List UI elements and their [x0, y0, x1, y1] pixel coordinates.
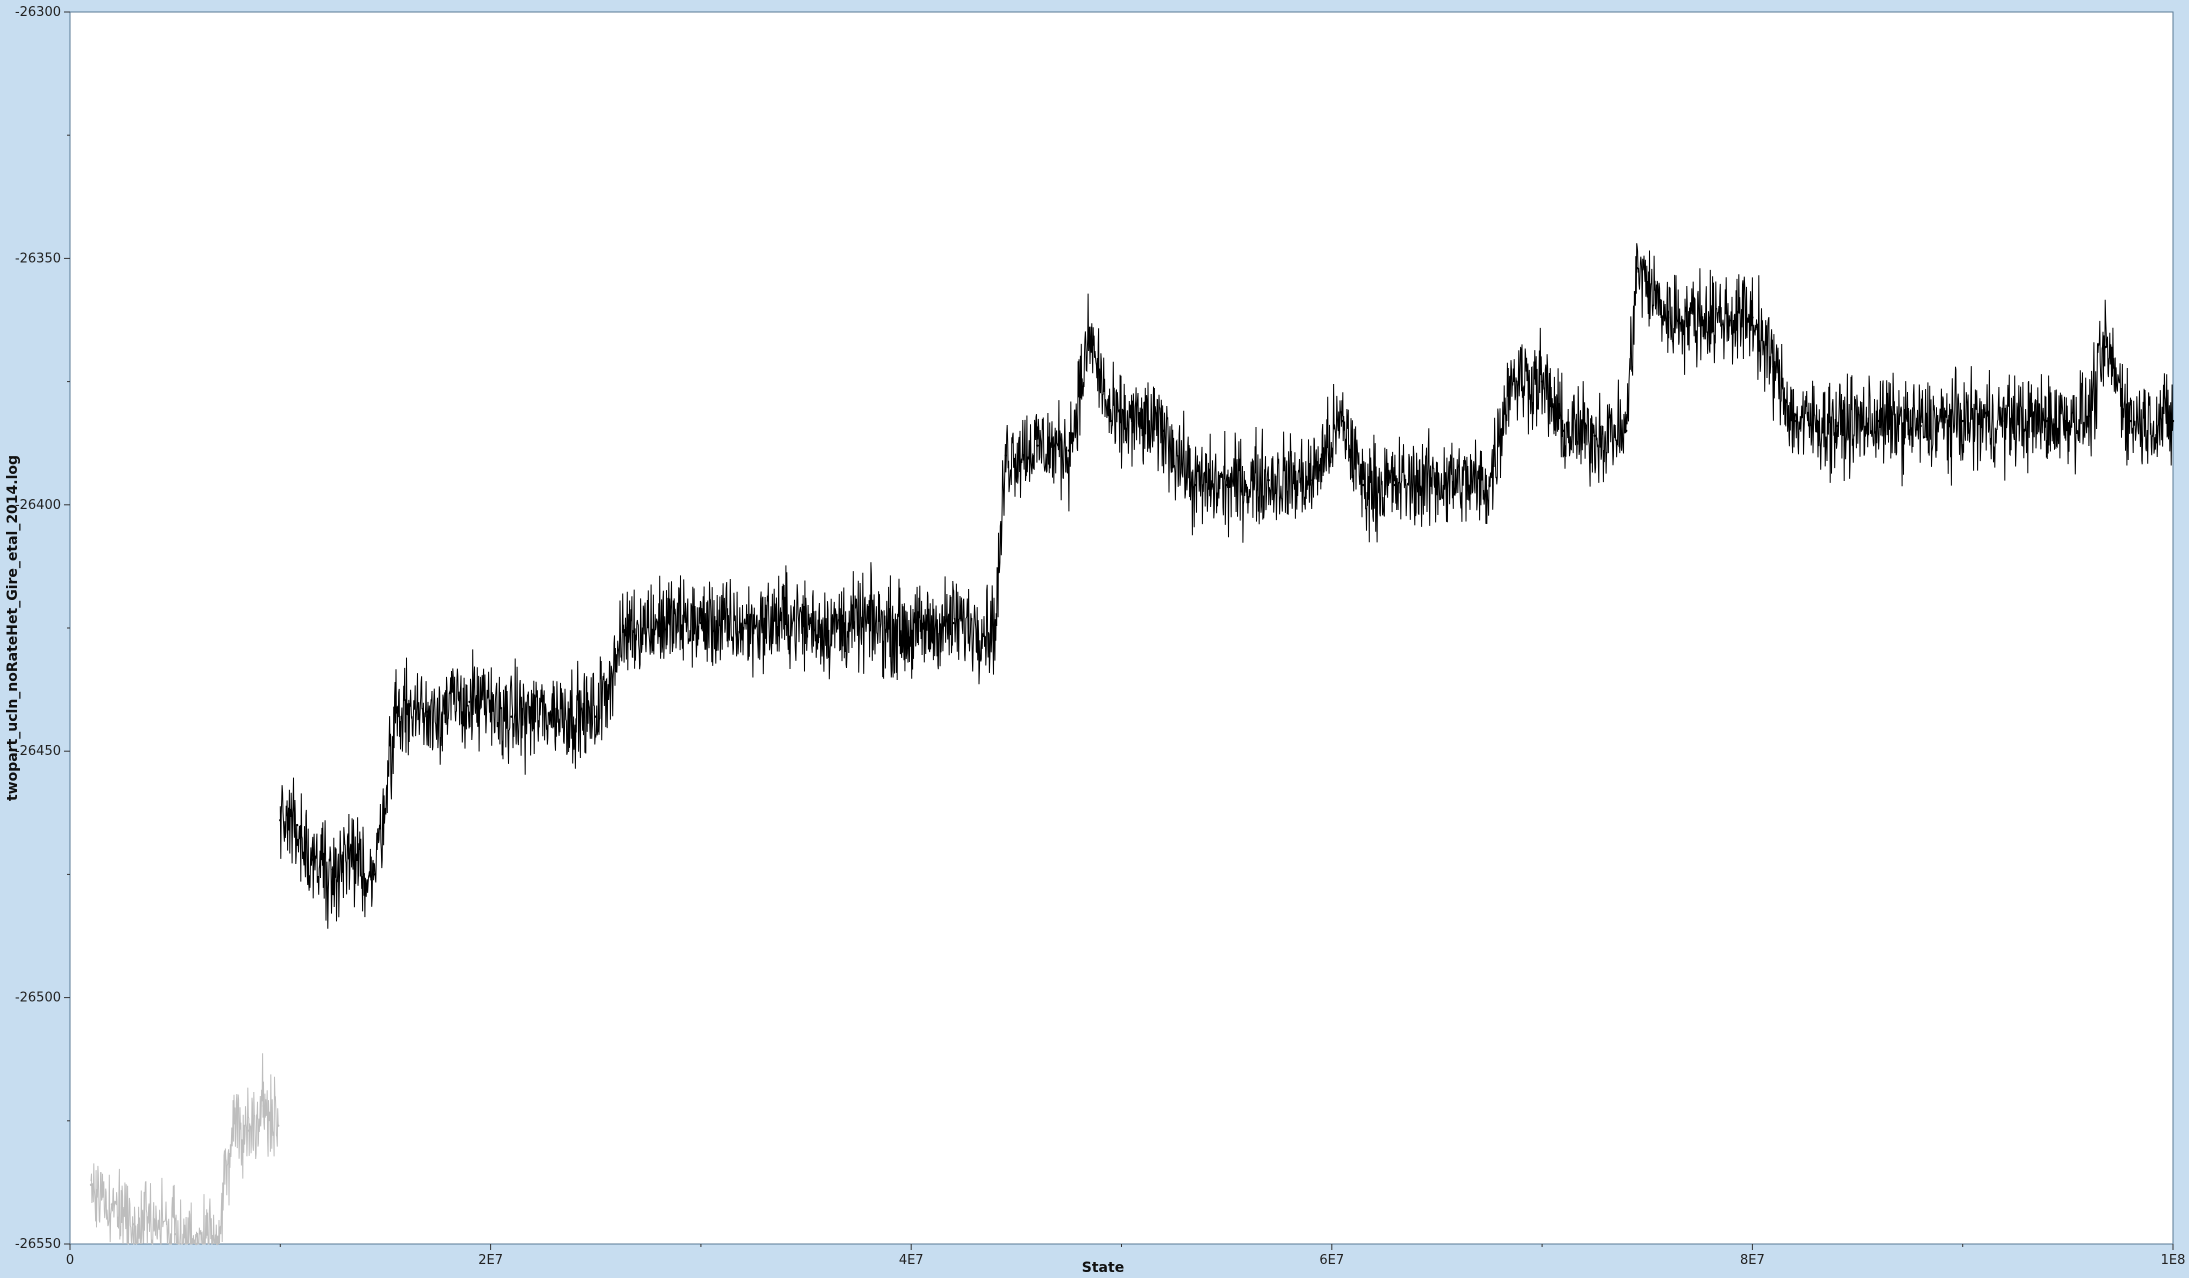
- data-point: [952, 621, 955, 625]
- data-point: [1109, 419, 1113, 423]
- y-tick-label: -26400: [15, 498, 61, 513]
- y-axis: -26550 -26500 -26450 -26400 -26350 -26300: [15, 5, 70, 1252]
- data-point: [110, 1203, 114, 1206]
- data-point: [1877, 419, 1880, 423]
- data-point: [657, 621, 661, 625]
- x-tick-label: 4E7: [899, 1253, 924, 1268]
- data-point: [1067, 449, 1071, 452]
- x-axis: 0 2E7 4E7 6E7 8E7 1E8: [66, 1244, 2186, 1268]
- data-point: [152, 1218, 156, 1221]
- data-point: [1393, 483, 1397, 487]
- x-tick-label: 6E7: [1319, 1253, 1344, 1268]
- data-point: [699, 621, 703, 625]
- data-point: [2171, 419, 2175, 423]
- data-point: [1267, 478, 1270, 482]
- data-point: [1435, 478, 1439, 482]
- y-tick-label: -26350: [15, 251, 61, 266]
- data-point: [1309, 478, 1312, 482]
- data-point: [626, 626, 629, 630]
- data-point: [279, 818, 282, 822]
- data-point: [1488, 483, 1491, 487]
- data-point: [131, 1223, 135, 1226]
- data-point: [352, 863, 356, 866]
- data-point: [552, 710, 555, 713]
- data-point: [2129, 419, 2133, 423]
- data-point: [331, 868, 335, 871]
- data-point: [867, 621, 871, 625]
- data-point: [295, 823, 299, 827]
- data-point: [1635, 267, 1638, 270]
- data-point: [1709, 316, 1712, 319]
- data-point: [1509, 375, 1512, 378]
- data-point: [194, 1242, 198, 1246]
- y-tick-label: -26550: [15, 1237, 61, 1252]
- data-point: [1162, 429, 1165, 433]
- data-point: [510, 715, 513, 718]
- data-point: [1961, 419, 1964, 423]
- x-tick-label: 1E8: [2161, 1253, 2186, 1268]
- x-axis-label: State: [1082, 1260, 1124, 1276]
- data-point: [426, 710, 429, 713]
- y-axis-label: twopart_ucln_noRateHet_Gire_etal_2014.lo…: [5, 455, 21, 801]
- data-point: [2003, 419, 2006, 423]
- data-point: [825, 626, 829, 630]
- data-point: [1919, 424, 1922, 428]
- y-tick-label: -26300: [15, 5, 61, 20]
- data-point: [262, 1104, 265, 1108]
- data-point: [1130, 419, 1134, 423]
- data-point: [1667, 316, 1670, 319]
- x-tick-label: 2E7: [478, 1253, 503, 1268]
- data-point: [1362, 483, 1365, 487]
- data-point: [394, 710, 398, 713]
- data-point: [1004, 454, 1008, 457]
- data-point: [1561, 429, 1565, 433]
- data-point: [594, 715, 597, 718]
- x-tick-label: 8E7: [1740, 1253, 1765, 1268]
- data-point: [1540, 380, 1544, 383]
- y-tick-label: -26500: [15, 991, 61, 1006]
- data-point: [994, 626, 997, 630]
- data-point: [1193, 483, 1197, 487]
- data-point: [783, 616, 787, 620]
- data-point: [310, 858, 314, 861]
- data-point: [1593, 434, 1596, 438]
- x-tick-label: 0: [66, 1253, 74, 1268]
- y-tick-label: -26450: [15, 744, 61, 759]
- data-point: [1225, 483, 1228, 487]
- data-point: [910, 631, 913, 635]
- trace-plot: -26550 -26500 -26450 -26400 -26350 -26300 0 2E…: [5, 5, 2186, 1276]
- data-point: [232, 1119, 236, 1123]
- data-point: [468, 700, 471, 704]
- data-point: [1341, 419, 1344, 423]
- plot-area: [69, 11, 2174, 1245]
- data-point: [1625, 429, 1628, 433]
- data-point: [2104, 345, 2107, 349]
- data-point: [1772, 365, 1775, 369]
- data-point: [2087, 414, 2091, 418]
- data-point: [247, 1129, 250, 1132]
- data-point: [216, 1242, 219, 1246]
- data-point: [741, 626, 745, 630]
- data-point: [276, 1124, 280, 1127]
- data-point: [1835, 424, 1838, 428]
- data-point: [1751, 316, 1754, 319]
- data-point: [373, 873, 377, 876]
- data-point: [173, 1232, 177, 1236]
- data-point: [1793, 419, 1796, 423]
- data-point: [89, 1183, 93, 1187]
- data-point: [1036, 444, 1039, 447]
- data-point: [1088, 336, 1092, 339]
- data-point: [2045, 419, 2049, 423]
